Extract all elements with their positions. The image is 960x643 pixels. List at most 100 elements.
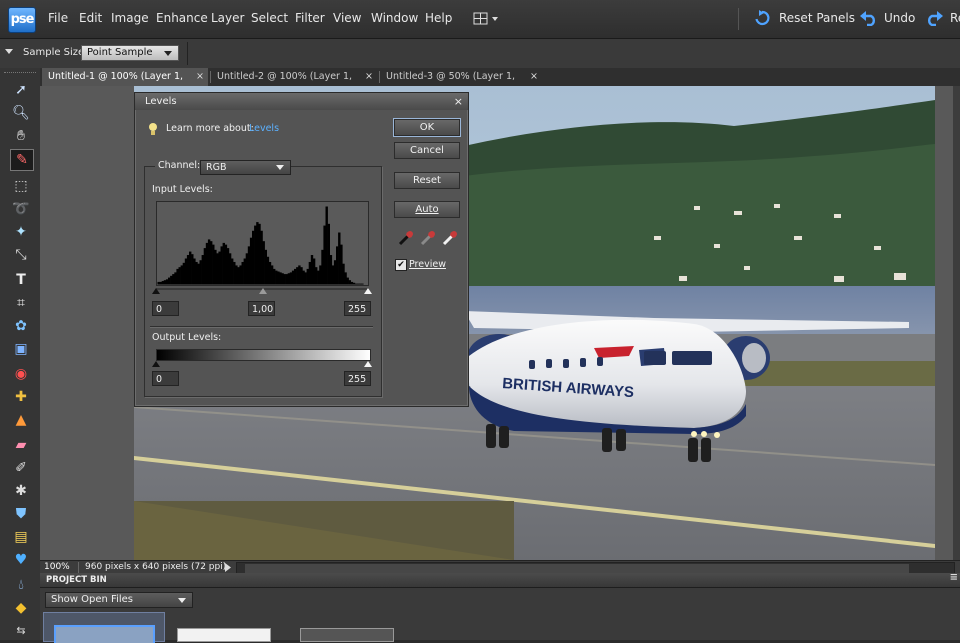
tab-untitled-3[interactable]: Untitled-3 @ 50% (Layer 1, RGB/8) * × <box>380 68 542 100</box>
output-black-slider[interactable] <box>152 361 160 367</box>
histogram-bar <box>205 242 209 285</box>
histogram-bar <box>317 270 320 285</box>
histogram-bar <box>220 246 223 285</box>
preview-checkbox[interactable]: ✔ <box>395 259 407 271</box>
clone-stamp-tool-icon[interactable]: ▲ <box>10 410 32 430</box>
scroll-thumb[interactable] <box>245 564 909 573</box>
app-logo[interactable]: pse <box>8 7 36 33</box>
redo-button[interactable]: Re <box>950 11 960 25</box>
menu-help[interactable]: Help <box>425 11 452 25</box>
histogram-bar <box>199 260 202 285</box>
brush-tool-icon[interactable]: ✐ <box>10 458 32 478</box>
shape-tool-icon[interactable]: ♥ <box>10 550 32 570</box>
histogram-bar <box>216 253 219 285</box>
learn-more-link[interactable]: Levels <box>249 123 279 134</box>
close-icon[interactable]: × <box>365 68 373 86</box>
histogram-bar <box>252 230 255 285</box>
gradient-tool-icon[interactable]: ▤ <box>10 527 32 547</box>
swap-colors-icon[interactable]: ⇆ <box>10 621 32 641</box>
panel-menu-icon[interactable]: ≡ <box>950 571 958 585</box>
reset-panels-icon <box>755 10 770 26</box>
menu-select[interactable]: Select <box>251 11 288 25</box>
menu-window[interactable]: Window <box>371 11 418 25</box>
tab-untitled-2[interactable]: Untitled-2 @ 100% (Layer 1, RGB/8) * × <box>211 68 377 100</box>
project-bin-show-dropdown[interactable]: Show Open Files <box>45 592 193 608</box>
blur-tool-icon[interactable]: 💧︎ <box>10 575 32 595</box>
levels-dialog: Levels × Learn more about: Levels Channe… <box>134 92 469 407</box>
cookie-cutter-tool-icon[interactable]: ✿ <box>10 316 32 336</box>
histogram-bar <box>266 256 270 285</box>
auto-button[interactable]: Auto <box>394 201 460 218</box>
lightbulb-icon <box>149 123 157 135</box>
bin-thumbnail-selected[interactable] <box>43 612 165 643</box>
healing-brush-tool-icon[interactable]: ✚ <box>10 387 32 407</box>
eraser-tool-icon[interactable]: ▰ <box>10 435 32 455</box>
reset-button[interactable]: Reset <box>394 172 460 189</box>
output-white-field[interactable]: 255 <box>344 371 371 386</box>
output-white-slider[interactable] <box>364 361 372 367</box>
histogram-bar <box>256 222 259 285</box>
reset-panels-button[interactable]: Reset Panels <box>779 11 855 25</box>
menu-image[interactable]: Image <box>111 11 149 25</box>
output-black-field[interactable]: 0 <box>152 371 179 386</box>
type-tool-icon[interactable]: T <box>10 270 32 290</box>
status-menu-icon[interactable] <box>223 563 233 572</box>
dialog-titlebar[interactable]: Levels × <box>135 93 468 110</box>
magic-wand-tool-icon[interactable]: ✦ <box>10 222 32 242</box>
paint-bucket-tool-icon[interactable]: ⛊ <box>10 504 32 524</box>
channel-dropdown[interactable]: RGB <box>200 160 291 175</box>
ok-button[interactable]: OK <box>394 119 460 136</box>
straighten-tool-icon[interactable]: ▣ <box>10 339 32 359</box>
close-icon[interactable]: × <box>454 93 463 110</box>
histogram-bar <box>325 206 328 285</box>
menu-filter[interactable]: Filter <box>295 11 325 25</box>
menu-enhance[interactable]: Enhance <box>156 11 208 25</box>
white-point-eyedropper-icon[interactable] <box>441 229 459 247</box>
crop-tool-icon[interactable]: ⌗ <box>10 293 32 313</box>
gray-point-eyedropper-icon[interactable] <box>419 229 437 247</box>
input-gamma-slider[interactable] <box>259 288 267 294</box>
histogram-bar <box>323 225 326 285</box>
histogram-bar <box>159 281 162 285</box>
move-tool-icon[interactable]: ➚ <box>10 80 32 100</box>
arrange-documents-button[interactable] <box>473 11 499 27</box>
zoom-tool-icon[interactable]: 🔍︎ <box>10 103 32 123</box>
close-icon[interactable]: × <box>196 68 204 86</box>
toolbox: ➚ 🔍︎ ✋︎ ✎ ⬚ ➰ ✦ ⤡ T ⌗ ✿ ▣ ◉ ✚ ▲ ▰ ✐ ✱ ⛊ … <box>0 68 41 640</box>
undo-button[interactable]: Undo <box>884 11 915 25</box>
input-white-point-slider[interactable] <box>364 288 372 294</box>
marquee-tool-icon[interactable]: ⬚ <box>10 176 32 196</box>
quick-selection-tool-icon[interactable]: ⤡ <box>10 245 32 265</box>
histogram-bar <box>312 258 316 285</box>
project-bin-header[interactable]: PROJECT BIN ≡ <box>40 571 960 588</box>
menu-layer[interactable]: Layer <box>211 11 244 25</box>
vertical-scrollbar[interactable] <box>953 86 960 560</box>
menu-edit[interactable]: Edit <box>79 11 102 25</box>
histogram-bar <box>157 281 160 285</box>
sponge-tool-icon[interactable]: ◆ <box>10 598 32 618</box>
input-gamma-field[interactable]: 1,00 <box>248 301 275 316</box>
smart-brush-tool-icon[interactable]: ✱ <box>10 481 32 501</box>
tab-untitled-1[interactable]: Untitled-1 @ 100% (Layer 1, RGB/8) * × <box>42 68 208 100</box>
black-point-eyedropper-icon[interactable] <box>397 229 415 247</box>
options-menu-icon[interactable] <box>5 49 13 55</box>
close-icon[interactable]: × <box>530 68 538 86</box>
chevron-down-icon <box>276 165 284 170</box>
menu-view[interactable]: View <box>333 11 361 25</box>
red-eye-tool-icon[interactable]: ◉ <box>10 364 32 384</box>
lasso-tool-icon[interactable]: ➰ <box>10 199 32 219</box>
histogram-bar <box>291 270 295 285</box>
input-black-point-slider[interactable] <box>152 288 160 294</box>
histogram-bar <box>226 248 230 285</box>
menu-file[interactable]: File <box>48 11 68 25</box>
histogram-bar <box>333 260 337 285</box>
histogram-bar <box>304 272 307 285</box>
learn-more-label: Learn more about: <box>166 123 254 134</box>
cancel-button[interactable]: Cancel <box>394 142 460 159</box>
input-black-field[interactable]: 0 <box>152 301 179 316</box>
input-white-field[interactable]: 255 <box>344 301 371 316</box>
sample-size-dropdown[interactable]: Point Sample <box>81 45 179 61</box>
eyedropper-tool-icon[interactable]: ✎ <box>10 149 34 171</box>
hand-tool-icon[interactable]: ✋︎ <box>10 126 32 146</box>
sample-size-label: Sample Size: <box>23 47 88 58</box>
